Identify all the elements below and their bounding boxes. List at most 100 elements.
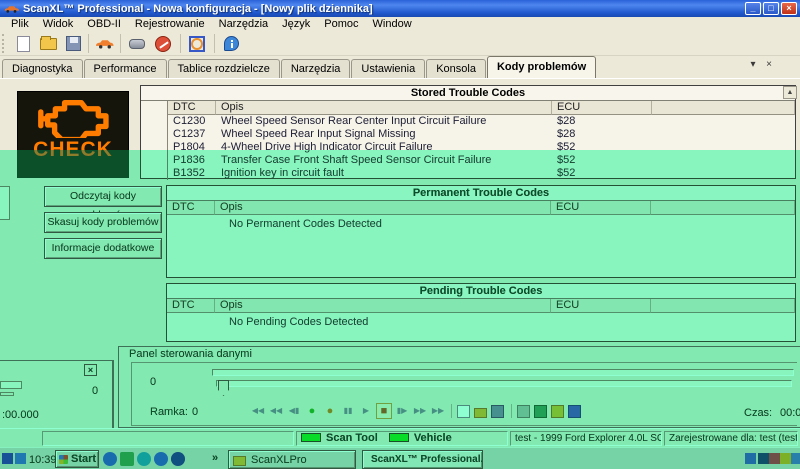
skip-to-start-button[interactable]: ◀◀ [250, 403, 266, 419]
time-label: Czas: [744, 407, 772, 419]
disconnect-icon[interactable] [152, 33, 174, 54]
log-tool-icon-3[interactable] [551, 405, 564, 418]
status-vehicle-info: test - 1999 Ford Explorer 4.0L SOHC [510, 431, 662, 446]
quick-launch-desktop-icon[interactable] [120, 452, 134, 466]
save-log-icon[interactable] [491, 405, 504, 418]
scroll-up-icon[interactable]: ▲ [783, 86, 797, 99]
table-row[interactable]: C1230Wheel Speed Sensor Rear Center Inpu… [168, 115, 795, 128]
extra-info-button[interactable]: Informacje dodatkowe [44, 238, 162, 259]
tray-icon-3[interactable] [769, 453, 780, 464]
start-button[interactable]: Start [55, 450, 99, 468]
taskbar-item-scanxlpro-folder[interactable]: ScanXLPro [228, 450, 356, 469]
taskbar-item-scanxl-app[interactable]: ScanXL™ Professional... [362, 450, 483, 469]
col-dtc: DTC [167, 201, 215, 215]
dashboard-icon[interactable] [186, 33, 208, 54]
tab-konsola[interactable]: Konsola [426, 59, 486, 78]
app-window: ScanXL™ Professional - Nowa konfiguracja… [0, 0, 800, 469]
menu-window[interactable]: Window [366, 17, 419, 31]
tab-diagnostyka[interactable]: Diagnostyka [2, 59, 83, 78]
fast-forward-button[interactable]: ▶▶ [412, 403, 428, 419]
quick-launch-overflow-icon[interactable]: » [212, 452, 218, 464]
open-file-icon[interactable] [37, 33, 59, 54]
skip-to-end-button[interactable]: ▶▶ [430, 403, 446, 419]
quick-launch-ie-icon[interactable] [103, 452, 117, 466]
menu-jezyk[interactable]: Język [275, 17, 317, 31]
open-log-icon[interactable] [474, 408, 487, 418]
quick-launch-media-icon[interactable] [171, 452, 185, 466]
log-tool-icon-1[interactable] [517, 405, 530, 418]
data-control-panel-title: Panel sterowania danymi [129, 348, 252, 361]
engine-icon [29, 92, 117, 138]
connect-icon[interactable] [126, 33, 148, 54]
col-opis: Opis [215, 201, 551, 215]
stop-button[interactable]: ■ [376, 403, 392, 419]
step-back-button[interactable]: ◀▮ [286, 403, 302, 419]
minimize-button[interactable]: _ [745, 2, 761, 15]
menu-widok[interactable]: Widok [36, 17, 81, 31]
frame-slider-track-2[interactable] [216, 380, 792, 387]
menu-narzedzia[interactable]: Narzędzia [212, 17, 276, 31]
table-row[interactable]: B1352Ignition key in circuit fault$52 [168, 167, 795, 180]
menu-obd2[interactable]: OBD-II [80, 17, 128, 31]
title-bar: ScanXL™ Professional - Nowa konfiguracja… [0, 0, 800, 17]
menu-pomoc[interactable]: Pomoc [317, 17, 365, 31]
divider [0, 78, 800, 79]
mark-button[interactable]: ● [322, 403, 338, 419]
toolbar-separator [180, 34, 181, 53]
window-fragment-panel: × 0 :00.000 [0, 360, 114, 428]
table-row[interactable]: P18044-Wheel Drive High Indicator Circui… [168, 141, 795, 154]
clear-codes-button[interactable]: Skasuj kody problemów [44, 212, 162, 233]
clock: 10:39 [29, 454, 57, 466]
tray-volume-icon[interactable] [780, 453, 791, 464]
tray-icon-1[interactable] [745, 453, 756, 464]
toolbar-separator [511, 404, 512, 418]
tab-strip: Diagnostyka Performance Tablice rozdziel… [0, 56, 800, 78]
frame-slider-thumb[interactable] [218, 380, 229, 396]
new-log-icon[interactable] [457, 405, 470, 418]
new-file-icon[interactable] [12, 33, 34, 54]
tab-performance[interactable]: Performance [84, 59, 167, 78]
quick-launch-explorer-icon[interactable] [154, 452, 168, 466]
tray-icon-fragment-2 [15, 453, 26, 464]
tray-icon-2[interactable] [758, 453, 769, 464]
close-button[interactable]: × [781, 2, 797, 15]
fragment-close-icon[interactable]: × [84, 364, 97, 376]
app-car-icon [3, 4, 19, 14]
quick-launch-browser-icon[interactable] [137, 452, 151, 466]
read-codes-button[interactable]: Odczytaj kody problemów [44, 186, 162, 207]
save-file-icon[interactable] [62, 33, 84, 54]
frame-slider-track[interactable] [212, 369, 794, 376]
about-icon[interactable] [220, 33, 242, 54]
check-label: CHECK [33, 138, 113, 162]
taskbar: Start » ScanXLPro ScanXL™ Professional..… [0, 447, 800, 469]
log-tool-icon-2[interactable] [534, 405, 547, 418]
tab-narzedzia[interactable]: Narzędzia [281, 59, 351, 78]
permanent-codes-group: Permanent Trouble Codes DTC Opis ECU No … [166, 185, 796, 278]
play-button[interactable]: ▶ [358, 403, 374, 419]
tab-tablice-rozdzielcze[interactable]: Tablice rozdzielcze [168, 59, 280, 78]
maximize-button[interactable]: □ [763, 2, 779, 15]
menu-rejestrowanie[interactable]: Rejestrowanie [128, 17, 212, 31]
table-row[interactable]: P1836Transfer Case Front Shaft Speed Sen… [168, 154, 795, 167]
tray-icon-5[interactable] [791, 453, 800, 464]
stored-codes-header: DTC Opis ECU [168, 101, 795, 115]
rewind-button[interactable]: ◀◀ [268, 403, 284, 419]
tab-kody-problemow[interactable]: Kody problemów [487, 56, 596, 78]
step-forward-button[interactable]: ▮▶ [394, 403, 410, 419]
tab-close-icon[interactable]: × [762, 59, 776, 70]
record-button[interactable]: ● [304, 403, 320, 419]
tab-menu-icon[interactable]: ▾ [746, 59, 760, 70]
menu-plik[interactable]: Plik [4, 17, 36, 31]
table-row[interactable]: C1237Wheel Speed Rear Input Signal Missi… [168, 128, 795, 141]
slider-value: 0 [150, 376, 156, 388]
log-tool-icon-4[interactable] [568, 405, 581, 418]
status-cell-indicators: Scan Tool Vehicle [296, 431, 508, 446]
tab-ustawienia[interactable]: Ustawienia [351, 59, 425, 78]
windows-flag-icon [59, 455, 68, 464]
playback-toolbar: ◀◀ ◀◀ ◀▮ ● ● ▮▮ ▶ ■ ▮▶ ▶▶ ▶▶ [250, 403, 585, 419]
fragment-bar [0, 392, 14, 396]
vehicle-icon[interactable] [94, 33, 116, 54]
pause-button[interactable]: ▮▮ [340, 403, 356, 419]
status-bar: Scan Tool Vehicle test - 1999 Ford Explo… [0, 428, 800, 447]
data-control-panel: Panel sterowania danymi 0 Ramka: 0 ◀◀ ◀◀… [118, 346, 800, 428]
